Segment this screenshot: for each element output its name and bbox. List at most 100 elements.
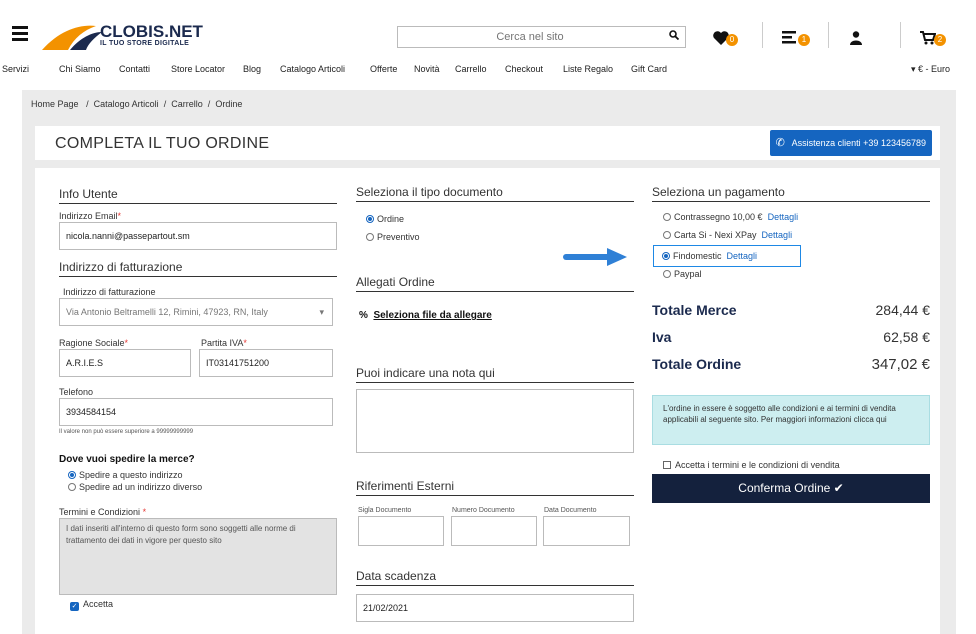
nav-item-gift-card[interactable]: Gift Card: [631, 64, 667, 74]
radio-icon: [366, 233, 374, 241]
nav-item-servizi[interactable]: Servizi: [2, 64, 29, 74]
phone-label: Telefono: [59, 387, 94, 397]
payment-contrassegno-radio[interactable]: Contrassegno 10,00 € Dettagli: [663, 212, 798, 222]
vat-label: Iva: [652, 329, 672, 345]
nav-item-store-locator[interactable]: Store Locator: [171, 64, 225, 74]
attachments-heading: Allegati Ordine: [356, 275, 634, 292]
external-refs-heading: Riferimenti Esterni: [356, 479, 634, 496]
contrassegno-details-link[interactable]: Dettagli: [768, 212, 799, 222]
radio-icon: [68, 483, 76, 491]
data-doc-label: Data Documento: [544, 507, 597, 514]
ragione-sociale-field[interactable]: A.R.I.E.S: [59, 349, 191, 377]
payment-paypal-radio[interactable]: Paypal: [663, 269, 702, 279]
checkmark-icon: ✓: [70, 602, 79, 611]
radio-icon: [663, 213, 671, 221]
content-area: Home Page / Catalogo Articoli / Carrello…: [22, 90, 956, 634]
nav-item-novita[interactable]: Novità: [414, 64, 440, 74]
order-total-label: Totale Ordine: [652, 356, 742, 372]
sigla-field[interactable]: [358, 516, 444, 546]
ship-same-radio[interactable]: Spedire a questo indirizzo: [68, 470, 183, 480]
sigla-label: Sigla Documento: [358, 507, 412, 514]
doc-ordine-radio[interactable]: Ordine: [366, 214, 404, 224]
info-link[interactable]: clicca qui: [854, 415, 887, 424]
currency-select[interactable]: ▾ € - Euro: [911, 64, 950, 75]
nav-item-checkout[interactable]: Checkout: [505, 64, 543, 74]
divider: [762, 22, 763, 48]
wishlist-badge: 0: [726, 34, 738, 46]
nav-item-offerte[interactable]: Offerte: [370, 64, 397, 74]
breadcrumb-carrello[interactable]: Carrello: [171, 99, 203, 109]
payment-nexi-radio[interactable]: Carta Si - Nexi XPay Dettagli: [663, 230, 792, 240]
radio-selected-icon: [366, 215, 374, 223]
radio-selected-icon: [662, 252, 670, 260]
expiry-date-field[interactable]: 21/02/2021: [356, 594, 634, 622]
logo-subtitle: IL TUO STORE DIGITALE: [100, 40, 190, 47]
page-title: COMPLETA IL TUO ORDINE: [55, 135, 270, 152]
nav-item-catalogo[interactable]: Catalogo Articoli: [280, 64, 345, 74]
ship-heading: Dove vuoi spedire la merce?: [59, 454, 195, 465]
assistance-label: Assistenza clienti +39 123456789: [791, 138, 926, 148]
billing-address-select[interactable]: Via Antonio Beltramelli 12, Rimini, 4792…: [59, 298, 333, 326]
nexi-details-link[interactable]: Dettagli: [762, 230, 793, 240]
doc-type-heading: Seleziona il tipo documento: [356, 185, 634, 202]
note-heading: Puoi indicare una nota qui: [356, 366, 634, 383]
user-icon: [850, 31, 862, 45]
assistance-button[interactable]: ✆ Assistenza clienti +39 123456789: [769, 130, 932, 156]
email-label: Indirizzo Email*: [59, 211, 122, 221]
vat-value: 62,58 €: [883, 329, 930, 345]
list-icon: [782, 31, 796, 44]
arrow-right-icon: [563, 248, 627, 266]
nav-item-liste-regalo[interactable]: Liste Regalo: [563, 64, 613, 74]
ragione-label: Ragione Sociale*: [59, 338, 129, 348]
breadcrumb-home[interactable]: Home Page: [31, 99, 79, 109]
nav-item-chi-siamo[interactable]: Chi Siamo: [59, 64, 101, 74]
confirm-order-button[interactable]: Conferma Ordine ✔: [652, 474, 930, 503]
total-goods-label: Totale Merce: [652, 302, 737, 318]
nav-item-contatti[interactable]: Contatti: [119, 64, 150, 74]
checkbox-icon: [663, 461, 671, 469]
cart-badge: 2: [934, 34, 946, 46]
menu-icon[interactable]: [12, 26, 28, 44]
terms-label: Termini e Condizioni *: [59, 507, 147, 517]
data-doc-field[interactable]: [543, 516, 630, 546]
breadcrumb: Home Page / Catalogo Articoli / Carrello…: [31, 99, 242, 109]
accept-terms-checkbox[interactable]: Accetta i termini e le condizioni di ven…: [663, 460, 840, 470]
numero-field[interactable]: [451, 516, 537, 546]
ship-different-radio[interactable]: Spedire ad un indirizzo diverso: [68, 482, 202, 492]
accept-checkbox[interactable]: ✓ Accetta: [70, 599, 113, 611]
divider: [900, 22, 901, 48]
payment-findomestic-radio[interactable]: Findomestic Dettagli: [662, 251, 757, 261]
email-field[interactable]: nicola.nanni@passepartout.sm: [59, 222, 337, 250]
title-bar: COMPLETA IL TUO ORDINE ✆ Assistenza clie…: [35, 126, 940, 160]
radio-icon: [663, 270, 671, 278]
phone-icon: ✆: [775, 137, 785, 149]
expiry-heading: Data scadenza: [356, 569, 634, 586]
nav-item-blog[interactable]: Blog: [243, 64, 261, 74]
search-input[interactable]: [398, 27, 662, 47]
billing-label: Indirizzo di fatturazione: [63, 287, 156, 297]
search-box: [397, 26, 686, 48]
doc-preventivo-radio[interactable]: Preventivo: [366, 232, 420, 242]
terms-info-box: L'ordine in essere è soggetto alle condi…: [652, 395, 930, 445]
attach-file-link[interactable]: % Seleziona file da allegare: [359, 310, 492, 321]
billing-heading: Indirizzo di fatturazione: [59, 260, 337, 277]
logo-text[interactable]: CLOBIS.NET: [100, 22, 203, 42]
header: CLOBIS.NET IL TUO STORE DIGITALE 0 1 2 S…: [0, 0, 976, 90]
breadcrumb-catalogo[interactable]: Catalogo Articoli: [94, 99, 159, 109]
main-nav: Servizi Chi Siamo Contatti Store Locator…: [0, 64, 976, 78]
payment-heading: Seleziona un pagamento: [652, 185, 930, 202]
note-textarea[interactable]: [356, 389, 634, 453]
phone-hint: Il valore non può essere superiore a 999…: [59, 429, 194, 435]
findomestic-details-link[interactable]: Dettagli: [727, 251, 758, 261]
phone-field[interactable]: 3934584154: [59, 398, 333, 426]
numero-label: Numero Documento: [452, 507, 515, 514]
link-icon: %: [359, 310, 374, 321]
search-icon[interactable]: [669, 30, 680, 43]
caret-icon: ▾: [319, 307, 324, 317]
currency-label: € - Euro: [917, 64, 950, 74]
nav-item-carrello[interactable]: Carrello: [455, 64, 487, 74]
partita-iva-field[interactable]: IT03141751200: [199, 349, 333, 377]
piva-label: Partita IVA*: [201, 338, 247, 348]
order-total-value: 347,02 €: [871, 356, 930, 373]
caret-down-icon: ▾: [910, 64, 918, 74]
